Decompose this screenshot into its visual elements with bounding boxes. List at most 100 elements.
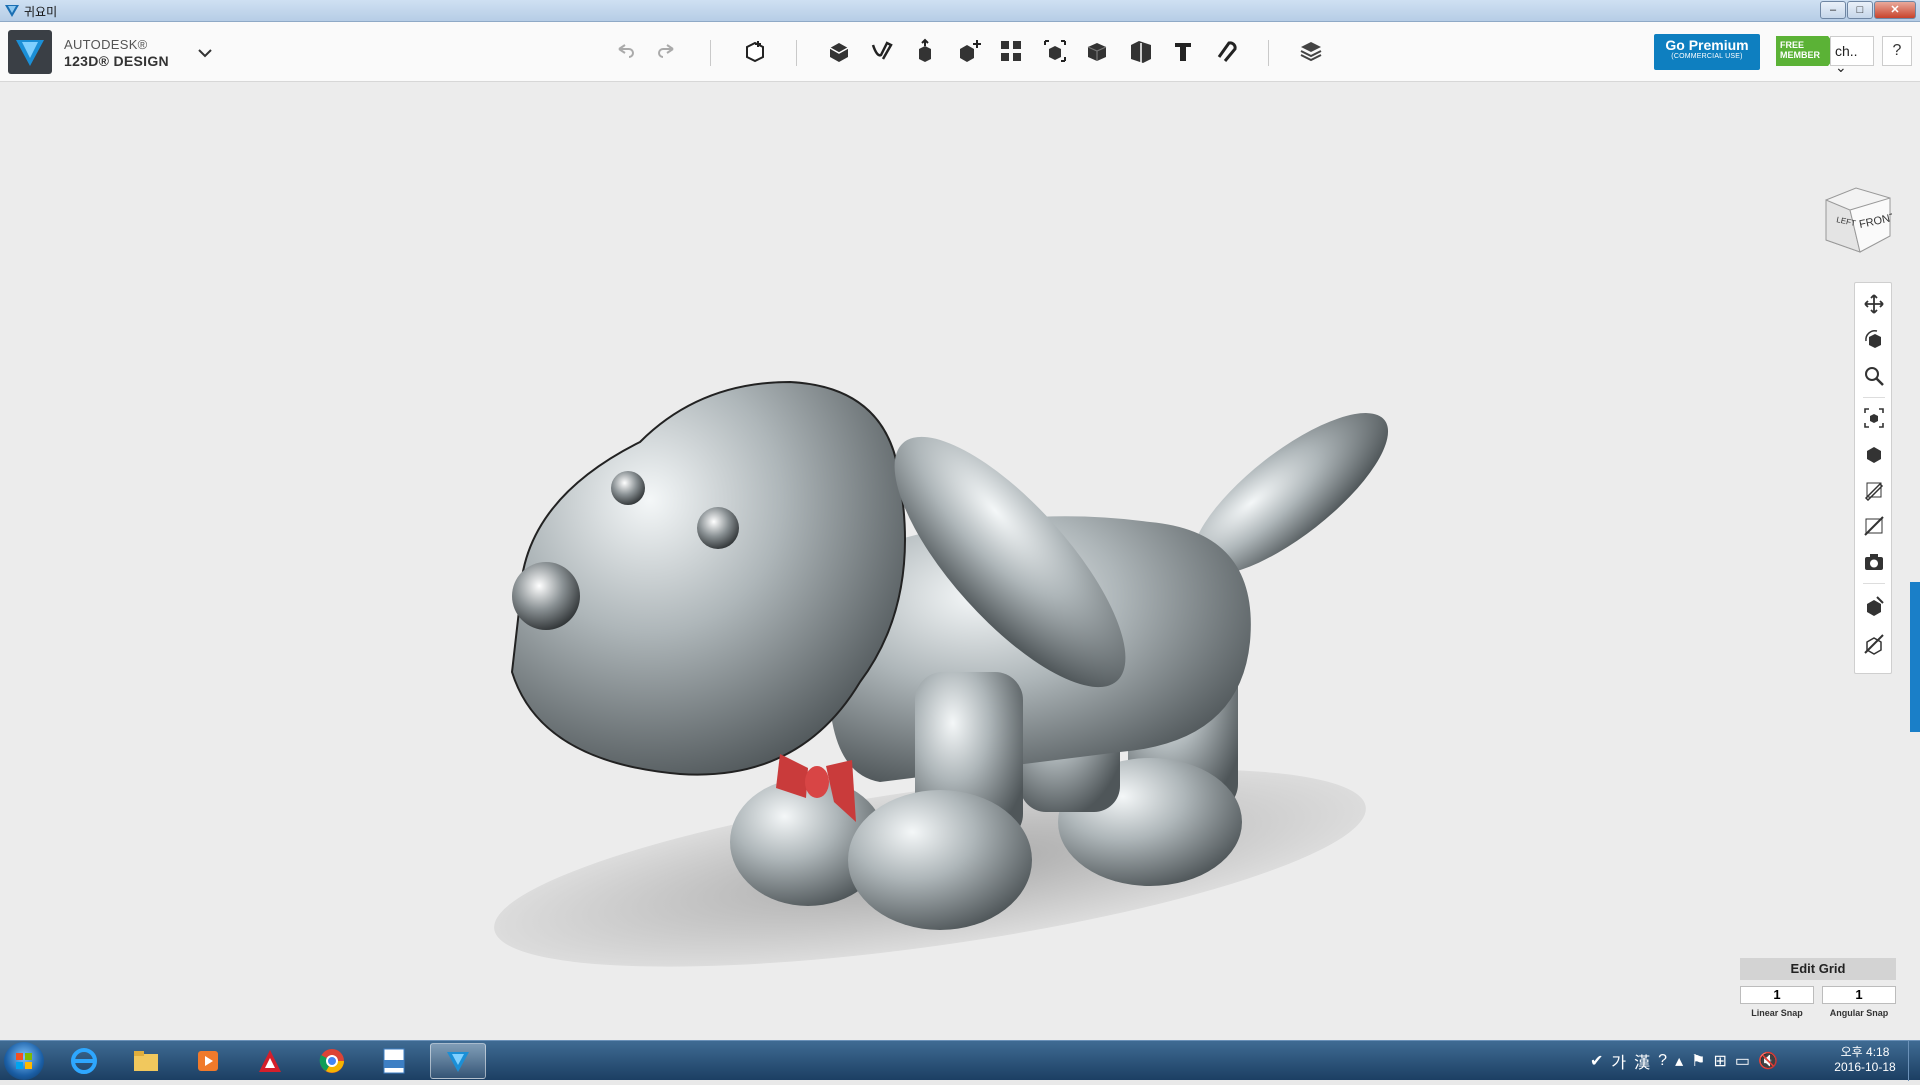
dog-nose: [512, 562, 580, 630]
clock-time: 오후 4:18: [1840, 1045, 1890, 1059]
maximize-button[interactable]: □: [1847, 1, 1873, 19]
dog-model[interactable]: [0, 82, 1920, 1040]
clock[interactable]: 오후 4:18 2016-10-18: [1820, 1045, 1910, 1075]
undo-button[interactable]: [608, 34, 642, 68]
material-button[interactable]: [1294, 34, 1328, 68]
taskbar-media-player[interactable]: [180, 1043, 236, 1079]
material-display-button[interactable]: [1859, 591, 1889, 621]
linear-snap-label: Linear Snap: [1751, 1008, 1803, 1018]
material-display-icon: [1867, 596, 1884, 616]
visibility-icon: [1864, 482, 1884, 501]
windows-taskbar: ✔ 가 漢 ? ▴ ⚑ ⊞ ▭ 🔇 오후 4:18 2016-10-18: [0, 1040, 1920, 1081]
modify-icon: [919, 38, 931, 62]
brand-line-2: 123D® DESIGN: [64, 53, 169, 69]
taskbar-pdf[interactable]: [366, 1043, 422, 1079]
redo-icon: [658, 44, 674, 58]
material-icon: [1300, 42, 1322, 62]
angular-snap-field[interactable]: 1: [1822, 986, 1896, 1004]
navigation-bar: [1854, 282, 1892, 674]
pattern-button[interactable]: [952, 34, 986, 68]
ime-help-icon[interactable]: ?: [1658, 1052, 1667, 1070]
measure-icon: [1087, 43, 1107, 61]
combine-icon: [1044, 40, 1066, 62]
app-menu-chevron-icon[interactable]: [196, 46, 214, 60]
orbit-button[interactable]: [1859, 325, 1889, 355]
linear-snap-field[interactable]: 1: [1740, 986, 1814, 1004]
grid-panel: Edit Grid 1 1 Linear Snap Angular Snap: [1740, 958, 1896, 1028]
visibility-button[interactable]: [1859, 475, 1889, 505]
fit-icon: [1864, 408, 1884, 428]
measure-button[interactable]: [1080, 34, 1114, 68]
hide-sketch-icon: [1864, 516, 1884, 536]
app-toolbar: AUTODESK® 123D® DESIGN Go Premium (COMME…: [0, 22, 1920, 82]
show-desktop-button[interactable]: [1908, 1041, 1920, 1081]
3d-viewport[interactable]: LEFT FRONT: [0, 82, 1920, 1040]
pan-button[interactable]: [1859, 289, 1889, 319]
premium-sublabel: (COMMERCIAL USE): [1671, 53, 1743, 60]
screenshot-button[interactable]: [1859, 547, 1889, 577]
pdf-icon: [383, 1048, 405, 1074]
user-menu-chevron-icon: ⌄: [1835, 59, 1847, 75]
ime-hangul[interactable]: 가: [1611, 1049, 1626, 1073]
view-cube[interactable]: LEFT FRONT: [1820, 182, 1892, 258]
group-button[interactable]: [994, 34, 1028, 68]
text-button[interactable]: [1166, 34, 1200, 68]
volume-icon[interactable]: 🔇: [1758, 1051, 1778, 1071]
123d-design-icon: [447, 1052, 469, 1072]
sketch-icon: [829, 43, 849, 62]
redo-button[interactable]: [650, 34, 684, 68]
construct-icon: [871, 41, 893, 60]
toolbar-divider: [1268, 40, 1269, 66]
go-premium-button[interactable]: Go Premium (COMMERCIAL USE): [1654, 34, 1760, 70]
taskbar-chrome[interactable]: [304, 1043, 360, 1079]
snap-button[interactable]: [1208, 34, 1242, 68]
help-button[interactable]: ?: [1882, 36, 1912, 66]
badge-line-1: FREE: [1780, 40, 1805, 50]
taskbar-autocad[interactable]: [242, 1043, 298, 1079]
pan-icon: [1864, 294, 1884, 314]
free-member-badge: FREE MEMBER: [1776, 36, 1840, 66]
taskbar-explorer[interactable]: [118, 1043, 174, 1079]
ime-hanja[interactable]: 漢: [1634, 1049, 1650, 1073]
construct-button[interactable]: [866, 34, 900, 68]
zoom-button[interactable]: [1859, 361, 1889, 391]
premium-label: Go Premium: [1665, 37, 1749, 53]
chrome-icon: [319, 1049, 344, 1073]
snap-icon: [1217, 41, 1237, 62]
views-button[interactable]: [1859, 439, 1889, 469]
show-hidden-icons-icon[interactable]: ▴: [1675, 1051, 1683, 1071]
network-icon[interactable]: ▭: [1735, 1051, 1750, 1071]
start-button[interactable]: [4, 1042, 44, 1080]
zoom-icon: [1865, 367, 1884, 386]
primitives-button[interactable]: [738, 34, 772, 68]
taskbar-123d-design[interactable]: [430, 1043, 486, 1079]
combine-solids-button[interactable]: [1124, 34, 1158, 68]
fit-button[interactable]: [1859, 403, 1889, 433]
windows-update-icon[interactable]: ⊞: [1713, 1051, 1726, 1071]
app-logo[interactable]: [8, 30, 52, 74]
modify-button[interactable]: [908, 34, 942, 68]
side-panel-tab[interactable]: [1910, 582, 1920, 732]
pattern-icon: [960, 40, 981, 62]
user-menu[interactable]: ch.. ⌄: [1830, 36, 1874, 75]
app-icon: [5, 5, 19, 17]
language-bar-icon[interactable]: ✔: [1590, 1051, 1603, 1071]
taskbar-ie[interactable]: [56, 1043, 112, 1079]
orbit-icon: [1865, 330, 1881, 348]
autocad-icon: [259, 1050, 281, 1072]
close-button[interactable]: ✕: [1874, 1, 1916, 19]
edit-grid-button[interactable]: Edit Grid: [1740, 958, 1896, 980]
media-player-icon: [198, 1051, 218, 1071]
combine-button[interactable]: [1038, 34, 1072, 68]
undo-icon: [618, 44, 634, 58]
minimize-button[interactable]: –: [1820, 1, 1846, 19]
views-icon: [1867, 447, 1881, 463]
hide-sketch-button[interactable]: [1859, 511, 1889, 541]
sketch-button[interactable]: [822, 34, 856, 68]
action-center-icon[interactable]: ⚑: [1691, 1051, 1705, 1071]
outline-button[interactable]: [1859, 629, 1889, 659]
nav-divider: [1863, 583, 1885, 584]
dog-eye-right: [697, 507, 739, 549]
dog-eye-left: [611, 471, 645, 505]
explorer-icon: [134, 1051, 158, 1071]
